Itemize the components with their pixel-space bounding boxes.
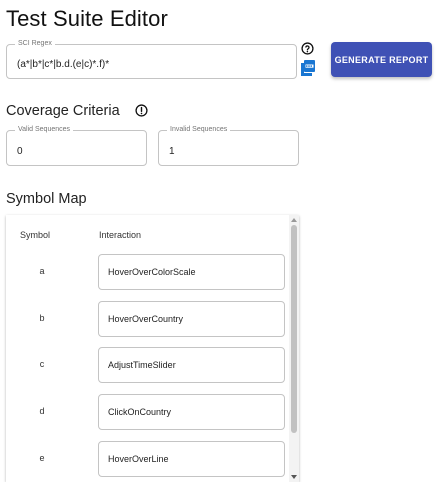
interaction-field[interactable]: ClickOnCountry <box>98 394 285 430</box>
row-symbol: e <box>39 453 45 463</box>
symbol-map-scrollbar[interactable] <box>289 215 299 482</box>
coverage-criteria-title: Coverage Criteria <box>6 103 120 119</box>
interaction-field[interactable]: AdjustTimeSlider <box>98 347 285 383</box>
symbol-column-header: Symbol <box>20 230 51 240</box>
scroll-down-arrow-icon[interactable] <box>291 475 297 479</box>
interaction-value: HoverOverCountry <box>108 314 184 324</box>
symbol-map-table: Symbol Interaction a HoverOverColorScale… <box>6 215 299 482</box>
generate-report-button[interactable]: GENERATE REPORT <box>331 42 432 77</box>
valid-sequences-field[interactable]: Valid Sequences 0 <box>6 125 147 166</box>
row-symbol: d <box>39 406 45 416</box>
pdf-file-icon[interactable] <box>301 60 315 76</box>
sci-regex-label: SCI Regex <box>15 39 55 49</box>
row-symbol: a <box>39 266 45 276</box>
table-row: b HoverOverCountry <box>6 301 288 337</box>
row-symbol: c <box>39 359 45 369</box>
interaction-field[interactable]: HoverOverCountry <box>98 301 285 337</box>
interaction-value: AdjustTimeSlider <box>108 360 176 370</box>
page-title: Test Suite Editor <box>6 6 168 31</box>
sci-regex-value: (a*|b*|c*|b.d.(e|c)*.f)* <box>17 59 110 70</box>
invalid-sequences-field[interactable]: Invalid Sequences 1 <box>158 125 299 166</box>
symbol-map-title: Symbol Map <box>6 191 87 207</box>
interaction-column-header: Interaction <box>99 230 142 240</box>
interaction-field[interactable]: HoverOverColorScale <box>98 254 285 290</box>
scrollbar-thumb[interactable] <box>291 225 297 433</box>
interaction-value: ClickOnCountry <box>108 407 172 417</box>
invalid-sequences-label: Invalid Sequences <box>167 125 231 135</box>
valid-sequences-value: 0 <box>17 146 23 157</box>
sci-regex-field[interactable]: SCI Regex (a*|b*|c*|b.d.(e|c)*.f)* <box>6 39 297 79</box>
test-suite-editor-page: Test Suite Editor SCI Regex (a*|b*|c*|b.… <box>0 0 437 482</box>
row-symbol: b <box>39 313 45 323</box>
table-row: c AdjustTimeSlider <box>6 347 288 383</box>
alert-circle-icon[interactable] <box>135 104 148 117</box>
table-row: e HoverOverLine <box>6 441 288 477</box>
interaction-value: HoverOverColorScale <box>108 267 196 277</box>
interaction-field[interactable]: HoverOverLine <box>98 441 285 477</box>
scroll-up-arrow-icon[interactable] <box>291 218 297 222</box>
invalid-sequences-value: 1 <box>169 146 175 157</box>
valid-sequences-label: Valid Sequences <box>15 125 74 135</box>
help-circle-icon[interactable] <box>301 42 314 55</box>
table-row: d ClickOnCountry <box>6 394 288 430</box>
interaction-value: HoverOverLine <box>108 454 169 464</box>
table-row: a HoverOverColorScale <box>6 254 288 290</box>
